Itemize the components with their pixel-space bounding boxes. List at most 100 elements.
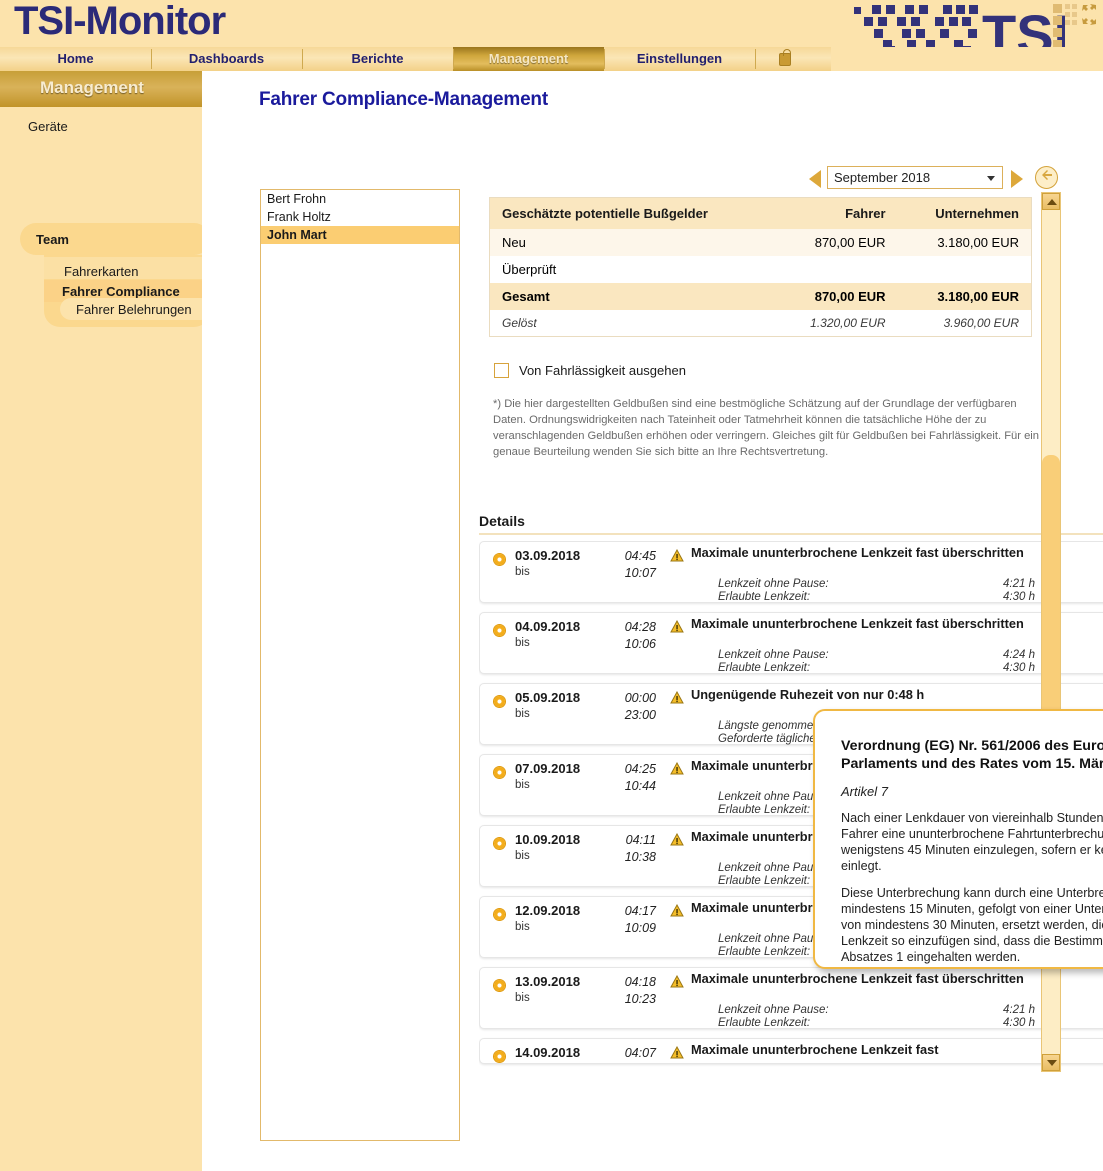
nav-label: Dashboards — [188, 51, 265, 66]
status-dot-icon — [494, 838, 505, 849]
fines-cell-driver: 1.320,00 EUR — [810, 316, 886, 330]
event-bis-label: bis — [515, 992, 530, 1004]
event-detail-key: Erlaubte Lenkzeit: — [718, 662, 811, 674]
event-detail-key: Erlaubte Lenkzeit: — [718, 804, 811, 816]
fines-cell-driver: 870,00 EUR — [814, 289, 886, 304]
nav-item-home[interactable]: Home — [0, 47, 151, 71]
status-dot-icon — [494, 767, 505, 778]
event-date: 13.09.2018 — [515, 974, 581, 989]
status-dot-icon — [494, 625, 505, 636]
triangle-right-icon[interactable] — [1011, 170, 1023, 188]
expand-icon[interactable] — [1065, 2, 1099, 28]
event-detail-value: 4:21 h — [1003, 578, 1035, 590]
driver-list-item[interactable]: John Mart — [261, 226, 459, 244]
event-detail-key: Lenkzeit ohne Pause: — [718, 1004, 829, 1016]
warning-icon — [670, 832, 684, 846]
nav-item-dashboards[interactable]: Dashboards — [151, 47, 302, 71]
sidebar-item-fahrer-compliance-label: Fahrer Compliance — [62, 284, 180, 299]
event-date: 14.09.2018 — [515, 1045, 581, 1060]
scroll-down-icon[interactable] — [1042, 1054, 1060, 1071]
triangle-left-icon[interactable] — [809, 170, 821, 188]
fines-cell-company: 3.180,00 EUR — [937, 289, 1019, 304]
disclaimer-text: *) Die hier dargestellten Geldbußen sind… — [493, 398, 1040, 458]
event-bis-label: bis — [515, 1063, 530, 1064]
driver-list-item[interactable]: Bert Frohn — [261, 190, 459, 208]
lock-button[interactable] — [755, 47, 815, 71]
sidebar-item-geraete[interactable]: Geräte — [28, 119, 68, 134]
event-date: 05.09.2018 — [515, 690, 581, 705]
event-bis-label: bis — [515, 708, 530, 720]
lock-icon — [779, 48, 791, 66]
month-select[interactable]: September 2018 — [827, 166, 1003, 189]
event-bis-label: bis — [515, 921, 530, 933]
details-row[interactable]: 04.09.2018 bis 04:28 10:06 Maximale ununterb… — [479, 612, 1103, 674]
month-navigator: September 2018 — [807, 166, 1067, 192]
driver-list[interactable]: Bert Frohn Frank Holtz John Mart — [260, 189, 460, 1141]
event-time-from: 04:45 — [624, 549, 656, 563]
event-detail-key: Erlaubte Lenkzeit: — [718, 591, 811, 603]
sidebar-item-fahrer-belehrungen-label: Fahrer Belehrungen — [76, 302, 192, 317]
event-title: Ungenügende Ruhezeit von nur 0:48 h — [691, 687, 925, 702]
event-time-from: 04:28 — [624, 620, 656, 634]
main-navbar: Home Dashboards Berichte Management Eins… — [0, 47, 1103, 71]
nav-item-list: Home Dashboards Berichte Management Eins… — [0, 47, 755, 71]
details-row[interactable]: 03.09.2018 bis 04:45 10:07 Maximale ununterb… — [479, 541, 1103, 603]
event-time-to: 10:23 — [624, 992, 656, 1006]
negligence-checkbox-label: Von Fahrlässigkeit ausgehen — [519, 363, 686, 378]
reload-button[interactable] — [1035, 166, 1058, 189]
event-time-to: 10:38 — [624, 850, 656, 864]
scroll-up-icon[interactable] — [1042, 193, 1060, 210]
event-date: 04.09.2018 — [515, 619, 581, 634]
event-detail-value: 4:30 h — [1003, 1017, 1035, 1029]
tooltip-title: Verordnung (EG) Nr. 561/2006 des Europäi… — [841, 738, 1103, 772]
fines-cell-company — [898, 256, 1031, 283]
chevron-down-icon — [987, 176, 995, 181]
details-row[interactable]: 14.09.2018 bis 04:07 Maximale ununterbroche… — [479, 1038, 1103, 1064]
event-detail-value: 4:24 h — [1003, 649, 1035, 661]
sidebar-item-fahrerkarten[interactable]: Fahrerkarten — [64, 264, 138, 279]
fines-col-driver: Fahrer — [845, 206, 886, 221]
event-detail-key: Erlaubte Lenkzeit: — [718, 875, 811, 887]
negligence-checkbox[interactable] — [494, 363, 509, 378]
event-time-to: 10:09 — [624, 921, 656, 935]
page-title: Fahrer Compliance-Management — [259, 89, 548, 110]
nav-label: Berichte — [351, 51, 404, 66]
warning-icon — [670, 761, 684, 775]
warning-icon — [670, 690, 684, 704]
tooltip-paragraph-2: Diese Unterbrechung kann durch eine Unte… — [841, 886, 1103, 964]
fines-row: Neu 870,00 EUR 3.180,00 EUR — [490, 229, 1031, 256]
fines-cell-label: Gelöst — [502, 316, 537, 330]
scroll-thumb[interactable] — [1042, 455, 1060, 743]
event-detail-key: Lenkzeit ohne Pause: — [718, 649, 829, 661]
fines-cell-driver: 870,00 EUR — [814, 235, 886, 250]
negligence-checkbox-row[interactable]: Von Fahrlässigkeit ausgehen — [494, 363, 686, 378]
warning-icon — [670, 903, 684, 917]
regulation-tooltip: Verordnung (EG) Nr. 561/2006 des Europäi… — [813, 709, 1103, 969]
event-time-from: 04:25 — [624, 762, 656, 776]
warning-icon — [670, 619, 684, 633]
event-detail-key: Erlaubte Lenkzeit: — [718, 946, 811, 958]
fines-table: Geschätzte potentielle Bußgelder Fahrer … — [489, 197, 1032, 337]
event-title: Maximale ununterbrochene Lenkzeit fast ü… — [691, 545, 1024, 560]
event-time-to: 23:00 — [624, 708, 656, 722]
fines-cell-label: Neu — [502, 235, 526, 250]
fines-header-row: Geschätzte potentielle Bußgelder Fahrer … — [490, 198, 1031, 229]
nav-label: Home — [57, 51, 94, 66]
app-root: TSI-Monitor TSI Home Dashboards Berichte… — [0, 0, 1103, 1171]
fines-cell-label: Gesamt — [502, 289, 550, 304]
tooltip-article: Artikel 7 — [841, 784, 888, 799]
nav-item-berichte[interactable]: Berichte — [302, 47, 453, 71]
event-date: 03.09.2018 — [515, 548, 581, 563]
event-title: Maximale ununterbrochene Lenkzeit fast ü… — [691, 616, 1024, 631]
fines-row: Gelöst 1.320,00 EUR 3.960,00 EUR — [490, 310, 1031, 336]
navbar-filler — [831, 47, 1103, 71]
fines-col-company: Unternehmen — [935, 206, 1019, 221]
nav-item-management[interactable]: Management — [453, 47, 604, 71]
event-time-from: 04:07 — [624, 1046, 656, 1060]
details-row[interactable]: 13.09.2018 bis 04:18 10:23 Maximale ununterb… — [479, 967, 1103, 1029]
nav-item-einstellungen[interactable]: Einstellungen — [604, 47, 755, 71]
driver-list-item[interactable]: Frank Holtz — [261, 208, 459, 226]
event-time-from: 00:00 — [624, 691, 656, 705]
fines-row: Gesamt 870,00 EUR 3.180,00 EUR — [490, 283, 1031, 310]
event-title: Maximale ununterbrochene Lenkzeit fast — [691, 1042, 939, 1057]
